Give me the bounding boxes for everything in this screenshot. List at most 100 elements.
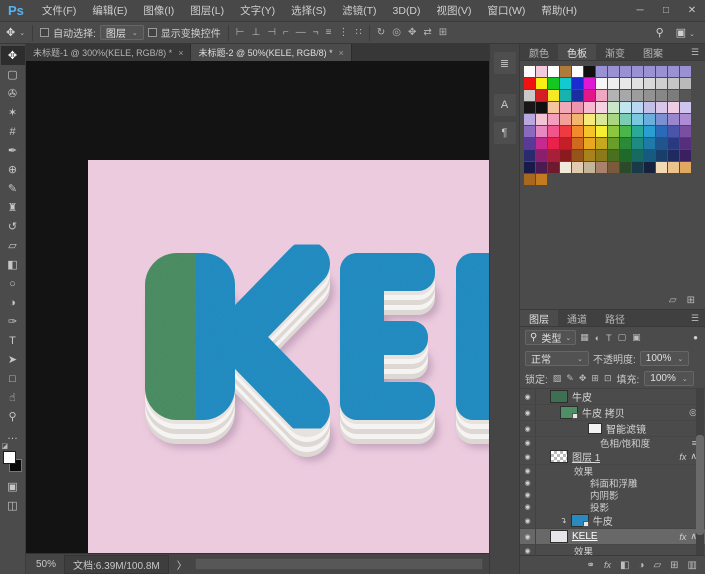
swatch-8-1[interactable] [536,162,547,173]
foreground-color-swatch[interactable] [3,451,16,464]
swatch-4-6[interactable] [596,114,607,125]
clone-stamp-tool[interactable]: ♜ [1,198,25,217]
tab-通道[interactable]: 通道 [558,310,596,326]
swatch-3-11[interactable] [656,102,667,113]
swatch-1-8[interactable] [620,78,631,89]
layer-thumbnail[interactable] [560,406,578,419]
layer-style-button[interactable]: fx [604,560,611,570]
swatch-4-0[interactable] [524,114,535,125]
swatch-6-12[interactable] [668,138,679,149]
swatch-8-4[interactable] [572,162,583,173]
swatch-2-4[interactable] [572,90,583,101]
menu-item-10[interactable]: 帮助(H) [533,0,585,22]
swatch-3-10[interactable] [644,102,655,113]
fx-icon[interactable]: fx [679,532,686,542]
layer-row-1[interactable]: ◉牛皮 [520,389,705,405]
swatch-2-13[interactable] [680,90,691,101]
swatch-0-8[interactable] [620,66,631,77]
swatch-1-2[interactable] [548,78,559,89]
tab-close-icon[interactable]: × [178,48,183,58]
zoom-tool[interactable]: ⚲ [1,407,25,426]
3d-slide-icon[interactable]: ⇄ [423,27,431,38]
blend-mode-dropdown[interactable]: 正常 ⌄ [525,351,589,366]
swatch-4-13[interactable] [680,114,691,125]
swatch-7-6[interactable] [596,150,607,161]
swatch-2-2[interactable] [548,90,559,101]
swatch-0-1[interactable] [536,66,547,77]
fx-icon[interactable]: fx [679,452,686,462]
layer-row-2[interactable]: ◉牛皮 拷贝◎ [520,405,705,421]
document-canvas[interactable] [88,160,489,553]
visibility-eye-icon[interactable]: ◉ [520,405,536,420]
eraser-tool[interactable]: ▱ [1,236,25,255]
swatch-5-12[interactable] [668,126,679,137]
layer-name[interactable]: 牛皮 拷贝 [582,405,625,420]
layer-name[interactable]: 效果 [574,544,593,555]
swatch-5-8[interactable] [620,126,631,137]
swatch-0-11[interactable] [656,66,667,77]
panel-menu-icon[interactable]: ☰ [691,310,705,326]
swatch-8-10[interactable] [644,162,655,173]
layer-thumbnail[interactable] [571,514,589,527]
close-button[interactable]: ✕ [679,0,705,22]
swatch-2-11[interactable] [656,90,667,101]
layer-row-9[interactable]: ◉投影 [520,501,705,513]
swatch-5-11[interactable] [656,126,667,137]
filter-smart-objects-icon[interactable]: ▣ [632,332,641,343]
align-top-icon[interactable]: ⌐ [283,27,289,38]
align-bottom-icon[interactable]: ¬ [313,27,319,38]
swatch-6-8[interactable] [620,138,631,149]
swatch-0-4[interactable] [572,66,583,77]
swatch-5-7[interactable] [608,126,619,137]
minimize-button[interactable]: ─ [627,0,653,22]
swatch-6-11[interactable] [656,138,667,149]
swatch-8-11[interactable] [656,162,667,173]
swatch-3-2[interactable] [548,102,559,113]
swatch-5-0[interactable] [524,126,535,137]
menu-item-2[interactable]: 图像(I) [135,0,182,22]
workspace-switcher-icon[interactable]: ▣ ⌄ [676,26,695,39]
show-transform-checkbox[interactable] [148,28,157,37]
canvas-pasteboard[interactable] [26,61,489,553]
paragraph-panel-button[interactable]: ¶ [494,122,516,144]
layer-name[interactable]: 牛皮 [593,513,613,528]
swatch-6-13[interactable] [680,138,691,149]
layer-filter-toggle[interactable]: ● [693,333,700,342]
swatch-8-2[interactable] [548,162,559,173]
character-panel-button[interactable]: A [494,94,516,116]
swatch-1-0[interactable] [524,78,535,89]
visibility-eye-icon[interactable]: ◉ [520,437,536,449]
visibility-eye-icon[interactable]: ◉ [520,529,536,544]
tab-图案[interactable]: 图案 [634,44,672,60]
new-adjustment-layer-button[interactable]: ◑ [638,560,644,571]
swatch-4-7[interactable] [608,114,619,125]
swatch-6-10[interactable] [644,138,655,149]
swatch-0-13[interactable] [680,66,691,77]
swatch-3-3[interactable] [560,102,571,113]
link-layers-button[interactable]: ⚭ [587,560,595,571]
swatch-6-3[interactable] [560,138,571,149]
swatch-7-10[interactable] [644,150,655,161]
swatch-7-4[interactable] [572,150,583,161]
swatch-6-1[interactable] [536,138,547,149]
swatch-5-10[interactable] [644,126,655,137]
swatch-5-13[interactable] [680,126,691,137]
swatch-5-9[interactable] [632,126,643,137]
visibility-eye-icon[interactable]: ◉ [520,501,536,513]
layer-row-3[interactable]: ◉智能滤镜 [520,421,705,437]
visibility-eye-icon[interactable]: ◉ [520,545,536,555]
align-center-v-icon[interactable]: — [296,27,306,38]
lock-all-icon[interactable]: ⊡ [604,373,612,384]
swatch-1-1[interactable] [536,78,547,89]
tab-路径[interactable]: 路径 [596,310,634,326]
move-tool[interactable]: ✥ [1,46,25,65]
brush-tool[interactable]: ✎ [1,179,25,198]
tab-颜色[interactable]: 颜色 [520,44,558,60]
visibility-eye-icon[interactable]: ◉ [520,389,536,404]
distribute-spacing-icon[interactable]: ∷ [355,27,361,38]
fill-dropdown[interactable]: 100% ⌄ [644,371,693,386]
menu-item-8[interactable]: 视图(V) [429,0,480,22]
zoom-level-field[interactable]: 50% [36,559,56,570]
3d-rotate-icon[interactable]: ↻ [377,27,385,38]
swatch-6-5[interactable] [584,138,595,149]
